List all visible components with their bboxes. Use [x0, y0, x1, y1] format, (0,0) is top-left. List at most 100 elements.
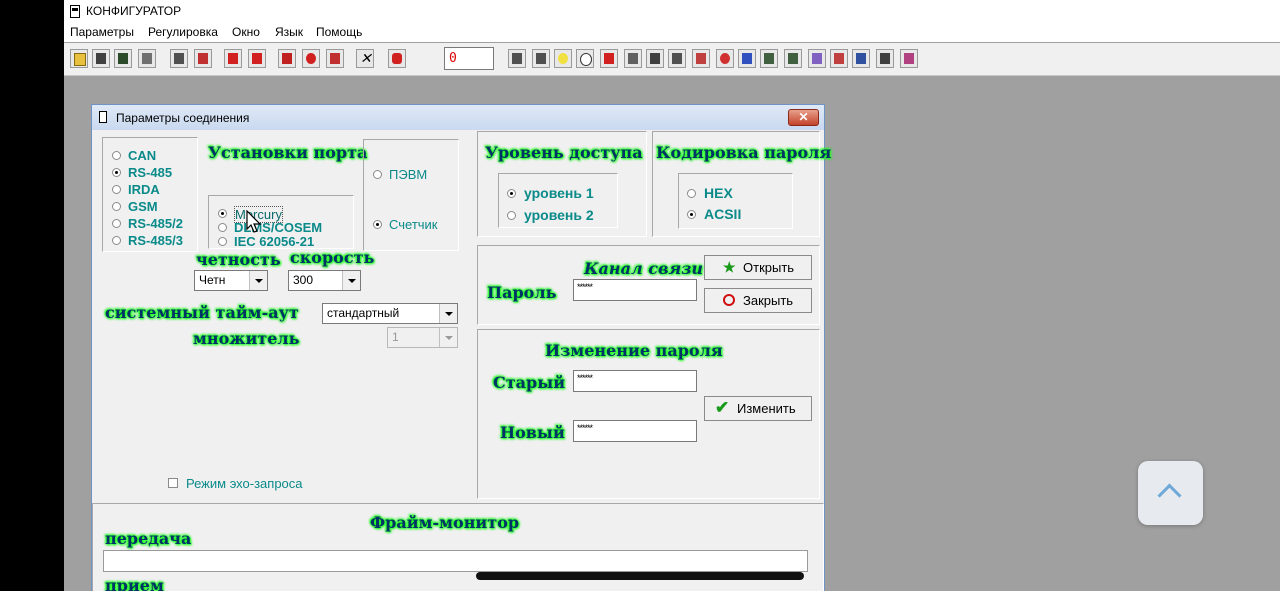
- tool-o-button[interactable]: [784, 49, 802, 68]
- arrow-down-red-icon: [228, 53, 238, 64]
- radio-dlms-button[interactable]: [218, 223, 227, 232]
- device-cancel-button[interactable]: [194, 49, 212, 68]
- password-field[interactable]: ******: [573, 279, 697, 301]
- navigation-bar[interactable]: [476, 572, 804, 580]
- window-icon: [856, 53, 866, 64]
- monitor-icon: [118, 53, 128, 64]
- new-password-field[interactable]: ******: [573, 420, 697, 442]
- multiplier-select[interactable]: 1: [387, 327, 458, 348]
- device-cross-icon: [198, 53, 208, 64]
- tool-c-button[interactable]: [508, 49, 526, 68]
- delete-button[interactable]: ✕: [356, 49, 374, 68]
- phone-icon: [392, 53, 402, 64]
- close-connection-button[interactable]: Закрыть: [704, 288, 812, 313]
- floppy-icon: [96, 53, 106, 64]
- arrow-down-red2-icon: [252, 53, 262, 64]
- stop-icon: [306, 53, 316, 64]
- key-icon: [628, 53, 638, 64]
- menu-language[interactable]: Язык: [275, 25, 303, 39]
- old-password-field[interactable]: ******: [573, 370, 697, 392]
- radio-acsii-button[interactable]: [687, 210, 696, 219]
- chevron-down-icon[interactable]: [249, 271, 267, 290]
- radio-iec-button[interactable]: [218, 237, 227, 246]
- monitor-button[interactable]: [114, 49, 132, 68]
- old-password-label: Старый: [493, 373, 566, 392]
- radio-mercury-button[interactable]: [218, 209, 227, 218]
- menu-bar: Параметры Регулировка Окно Язык Помощь: [64, 22, 1280, 42]
- timeout-select[interactable]: стандартный: [322, 303, 458, 324]
- radio-pc-button[interactable]: [373, 170, 382, 179]
- timeout-label: системный тайм-аут: [105, 303, 299, 322]
- dialog-title: Параметры соединения: [116, 111, 250, 125]
- radio-level1-button[interactable]: [507, 189, 516, 198]
- chevron-down-icon[interactable]: [439, 328, 457, 347]
- tool-j-button[interactable]: [668, 49, 686, 68]
- tool-n-button[interactable]: [760, 49, 778, 68]
- cross-icon: ✕: [360, 50, 372, 66]
- parity-select[interactable]: Четн: [194, 270, 268, 291]
- menu-window[interactable]: Окно: [232, 25, 260, 39]
- chevron-down-icon[interactable]: [342, 271, 360, 290]
- dialog-close-button[interactable]: ✕: [788, 109, 819, 126]
- tool-s-button[interactable]: [876, 49, 894, 68]
- chart-icon: [742, 53, 752, 64]
- tool-h-button[interactable]: [624, 49, 642, 68]
- phone-button[interactable]: [388, 49, 406, 68]
- radio-rs485-2-button[interactable]: [112, 219, 121, 228]
- menu-regulation[interactable]: Регулировка: [148, 25, 218, 39]
- radio-rs485-button[interactable]: [112, 168, 121, 177]
- open-button[interactable]: ★ Открыть: [704, 255, 812, 280]
- device-icon: [174, 53, 184, 64]
- radio-gsm-button[interactable]: [112, 202, 121, 211]
- tools-icon: [650, 53, 660, 64]
- download-button[interactable]: [224, 49, 242, 68]
- print-button[interactable]: [138, 49, 156, 68]
- radio-meter-button[interactable]: [373, 220, 382, 229]
- chevron-down-icon[interactable]: [439, 304, 457, 323]
- meter-arrow-icon: [764, 53, 774, 64]
- tool-f-button[interactable]: [576, 49, 594, 68]
- tool-t-button[interactable]: [900, 49, 918, 68]
- clock-icon: [580, 53, 592, 66]
- tool-r-button[interactable]: [852, 49, 870, 68]
- rx-label: прием: [105, 576, 164, 591]
- meters-icon: [512, 53, 522, 64]
- graph3-icon: [904, 53, 914, 64]
- folder-icon: [74, 53, 86, 66]
- tool-g-button[interactable]: [600, 49, 618, 68]
- download2-button[interactable]: [248, 49, 266, 68]
- channel-title: Канал связи: [584, 259, 704, 278]
- tool-l-button[interactable]: [716, 49, 734, 68]
- title-bar: КОНФИГУРАТОР: [64, 0, 1280, 22]
- stop-sign-icon: [723, 294, 735, 306]
- tool-p-button[interactable]: [808, 49, 826, 68]
- tool-m-button[interactable]: [738, 49, 756, 68]
- tool-b-button[interactable]: [326, 49, 344, 68]
- change-button[interactable]: ✔ Изменить: [704, 396, 812, 421]
- echo-checkbox[interactable]: [168, 478, 178, 488]
- meter-pair-icon: [788, 53, 798, 64]
- tx-field[interactable]: [103, 550, 808, 572]
- speed-select[interactable]: 300: [288, 270, 361, 291]
- radio-can-button[interactable]: [112, 151, 121, 160]
- scroll-up-button[interactable]: [1138, 461, 1203, 525]
- graph-icon: [812, 53, 822, 64]
- frame-monitor-title: Фрайм-монитор: [370, 513, 520, 532]
- device-button[interactable]: [170, 49, 188, 68]
- tool-a-button[interactable]: [278, 49, 296, 68]
- menu-help[interactable]: Помощь: [316, 25, 362, 39]
- stop-button[interactable]: [302, 49, 320, 68]
- radio-irda-button[interactable]: [112, 185, 121, 194]
- radio-hex-button[interactable]: [687, 189, 696, 198]
- radio-level2-button[interactable]: [507, 211, 516, 220]
- tool-k-button[interactable]: [692, 49, 710, 68]
- save-button[interactable]: [92, 49, 110, 68]
- tool-q-button[interactable]: [830, 49, 848, 68]
- tool-i-button[interactable]: [646, 49, 664, 68]
- menu-parameters[interactable]: Параметры: [70, 25, 134, 39]
- radio-rs485-3-button[interactable]: [112, 236, 121, 245]
- tool-e-button[interactable]: [554, 49, 572, 68]
- tool-d-button[interactable]: [532, 49, 550, 68]
- counter-field[interactable]: 0: [444, 47, 494, 70]
- open-file-button[interactable]: [70, 49, 88, 68]
